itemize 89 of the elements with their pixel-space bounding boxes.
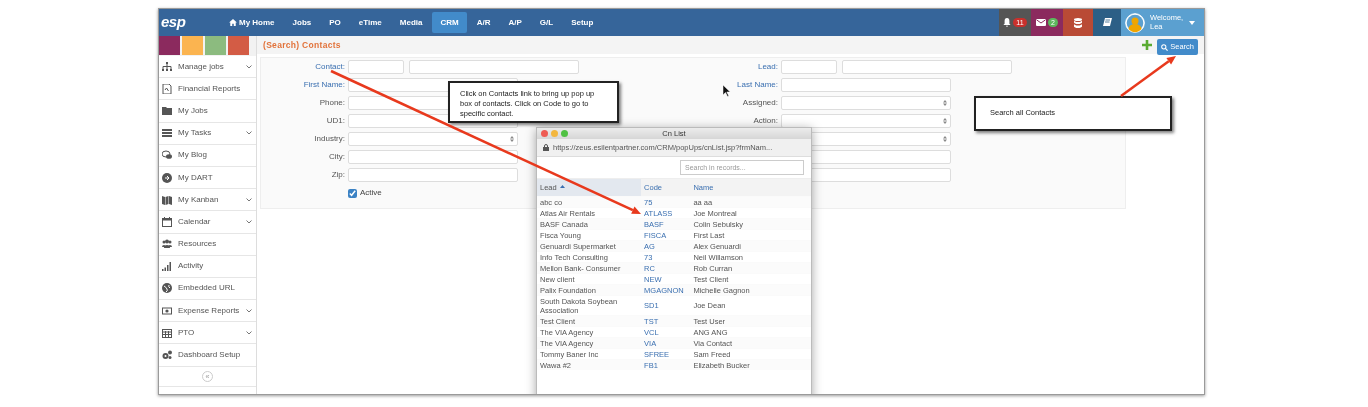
plus-icon[interactable] bbox=[1142, 40, 1153, 50]
updown-icon bbox=[943, 100, 947, 106]
field-label: Action: bbox=[752, 115, 778, 127]
sidebar-item[interactable]: Dashboard Setup bbox=[159, 344, 256, 367]
book-button[interactable] bbox=[1093, 9, 1121, 36]
nav-link[interactable]: Jobs bbox=[284, 12, 320, 33]
logo[interactable]: esp bbox=[159, 9, 205, 36]
calendar-icon bbox=[162, 327, 172, 338]
color-swatch[interactable] bbox=[228, 36, 249, 55]
cursor-icon bbox=[722, 84, 731, 97]
calendar-icon bbox=[162, 216, 172, 227]
nav-link[interactable]: G/L bbox=[531, 12, 562, 33]
field-label: Assigned: bbox=[741, 97, 778, 109]
database-button[interactable] bbox=[1063, 9, 1093, 36]
folder-icon bbox=[162, 105, 172, 116]
field-link[interactable]: Lead: bbox=[692, 61, 778, 73]
field-label: UD1: bbox=[325, 115, 345, 127]
people-icon bbox=[162, 239, 172, 250]
field-link[interactable]: First Name: bbox=[262, 79, 345, 91]
sidebar-item[interactable]: My Blog bbox=[159, 144, 256, 167]
field-label: Zip: bbox=[330, 169, 345, 181]
sidebar-item[interactable]: My Tasks bbox=[159, 122, 256, 145]
book-icon bbox=[1102, 18, 1112, 27]
sort-icon bbox=[559, 185, 565, 188]
globe-icon bbox=[162, 283, 172, 294]
input-field[interactable] bbox=[348, 59, 404, 75]
arrow bbox=[1120, 56, 1176, 97]
updown-icon bbox=[943, 136, 947, 142]
nav-link[interactable]: CRM bbox=[432, 12, 467, 33]
select-field[interactable] bbox=[781, 113, 951, 129]
sidebar-item[interactable]: Embedded URL bbox=[159, 277, 256, 301]
input-field[interactable] bbox=[348, 167, 518, 183]
color-swatch[interactable] bbox=[159, 36, 180, 55]
money-icon bbox=[162, 305, 172, 316]
updown-icon bbox=[510, 136, 514, 142]
input-field[interactable] bbox=[781, 77, 951, 93]
caret-icon bbox=[1189, 20, 1195, 25]
field-label: City: bbox=[328, 151, 345, 163]
database-icon bbox=[1074, 17, 1082, 28]
nav-link[interactable]: Setup bbox=[563, 12, 602, 33]
gears-icon bbox=[162, 350, 172, 361]
sitemap-icon bbox=[162, 61, 172, 72]
field-label: Phone: bbox=[318, 97, 345, 109]
field-link[interactable]: Last Name: bbox=[692, 79, 778, 91]
sidebar-item[interactable]: My Jobs bbox=[159, 100, 256, 123]
sidebar-item[interactable]: Financial Reports bbox=[159, 78, 256, 101]
select-field[interactable] bbox=[348, 131, 518, 147]
sidebar-item[interactable]: Manage jobs bbox=[159, 56, 256, 79]
sidebar-item[interactable]: Calendar bbox=[159, 211, 256, 234]
sidebar-item[interactable]: PTO bbox=[159, 322, 256, 345]
input-field[interactable] bbox=[781, 59, 837, 75]
sidebar-item[interactable]: Resources bbox=[159, 233, 256, 256]
checkbox[interactable] bbox=[348, 188, 357, 198]
maximize-button[interactable] bbox=[561, 130, 568, 137]
nav-link[interactable]: eTime bbox=[350, 12, 390, 33]
input-field[interactable] bbox=[348, 149, 518, 165]
sidebar-item[interactable]: My Kanban bbox=[159, 189, 256, 212]
color-swatch[interactable] bbox=[205, 36, 226, 55]
updown-icon bbox=[943, 118, 947, 124]
field-label: Industry: bbox=[313, 133, 345, 145]
chat-icon bbox=[162, 150, 172, 161]
avatar-icon bbox=[1125, 12, 1145, 33]
minimize-button[interactable] bbox=[551, 130, 558, 137]
bell-icon bbox=[1003, 18, 1012, 27]
sidebar-item[interactable]: Expense Reports bbox=[159, 300, 256, 323]
map-icon bbox=[162, 194, 172, 205]
color-swatch[interactable] bbox=[182, 36, 203, 55]
select-field[interactable] bbox=[781, 95, 951, 111]
field-link[interactable]: Contact: bbox=[262, 61, 345, 73]
page-title: (Search) Contacts bbox=[263, 38, 341, 52]
nav-link[interactable]: A/P bbox=[500, 12, 530, 33]
close-button[interactable] bbox=[541, 130, 548, 137]
input-field[interactable] bbox=[409, 59, 579, 75]
checkbox-label: Active bbox=[360, 187, 382, 199]
home-icon bbox=[229, 19, 237, 26]
nav-link[interactable]: PO bbox=[321, 12, 349, 33]
envelope-icon bbox=[1036, 19, 1047, 26]
lock-icon bbox=[543, 144, 549, 151]
list-icon bbox=[162, 128, 172, 139]
input-field[interactable] bbox=[842, 59, 1012, 75]
nav-link[interactable]: My Home bbox=[221, 12, 283, 33]
arrow-circle-icon bbox=[162, 172, 172, 183]
signal-icon bbox=[162, 261, 172, 272]
nav-link[interactable]: A/R bbox=[468, 12, 499, 33]
sidebar-item[interactable]: My DART bbox=[159, 166, 256, 190]
nav-link[interactable]: Media bbox=[391, 12, 431, 33]
document-icon bbox=[162, 83, 172, 94]
sidebar-item[interactable]: Activity bbox=[159, 255, 256, 278]
search-icon bbox=[1161, 43, 1169, 51]
